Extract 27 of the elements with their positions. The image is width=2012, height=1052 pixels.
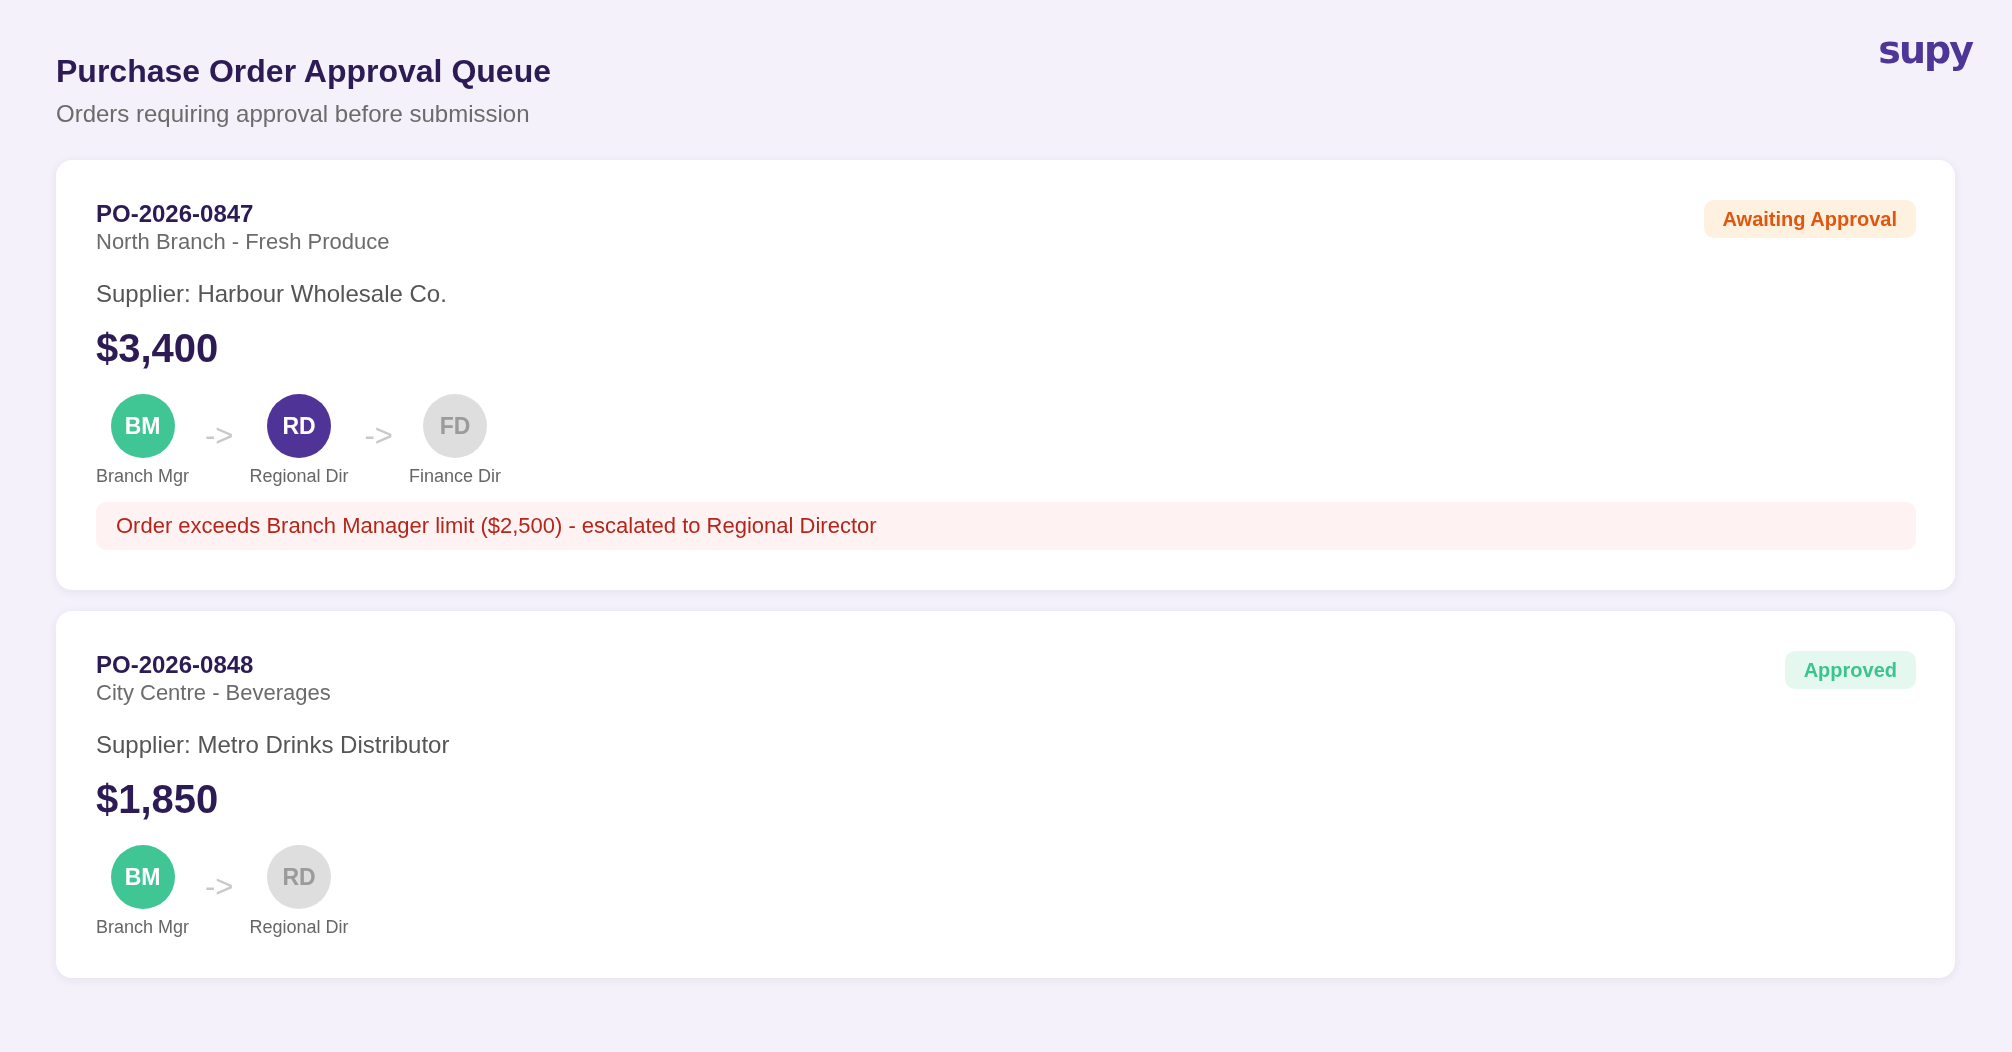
- approver-role: Regional Dir: [249, 916, 349, 938]
- order-number: PO-2026-0848: [96, 651, 255, 679]
- approver-role: Finance Dir: [408, 465, 501, 487]
- page-subtitle: Orders requiring approval before submission: [56, 100, 531, 128]
- order-location: North Branch - Fresh Produce: [96, 228, 390, 256]
- approver-avatar: RD: [267, 394, 331, 458]
- supplier-text: Supplier: Metro Drinks Distributor: [96, 730, 451, 760]
- approver-avatar: BM: [110, 845, 175, 909]
- approver-role: Branch Mgr: [96, 465, 190, 487]
- order-number: PO-2026-0847: [96, 200, 255, 228]
- supplier-text: Supplier: Harbour Wholesale Co.: [96, 279, 448, 309]
- approver-avatar: BM: [110, 394, 175, 458]
- approver-role: Branch Mgr: [96, 916, 190, 938]
- escalation-alert: Order exceeds Branch Manager limit ($2,500) - escalated to Regional Director: [96, 502, 1916, 550]
- order-amount: $3,400: [96, 325, 220, 372]
- flow-arrow: ->: [205, 871, 234, 903]
- approver-role: Regional Dir: [249, 465, 349, 487]
- status-badge: Approved: [1784, 651, 1916, 689]
- order-amount: $1,850: [96, 776, 220, 823]
- flow-arrow: ->: [205, 420, 234, 452]
- page-title: Purchase Order Approval Queue: [56, 52, 551, 91]
- order-location: City Centre - Beverages: [96, 679, 331, 707]
- approver-avatar: RD: [267, 845, 331, 909]
- flow-arrow: ->: [364, 420, 393, 452]
- brand-logo: supy: [1878, 27, 1972, 73]
- approver-avatar: FD: [423, 394, 487, 458]
- status-badge: Awaiting Approval: [1703, 200, 1916, 238]
